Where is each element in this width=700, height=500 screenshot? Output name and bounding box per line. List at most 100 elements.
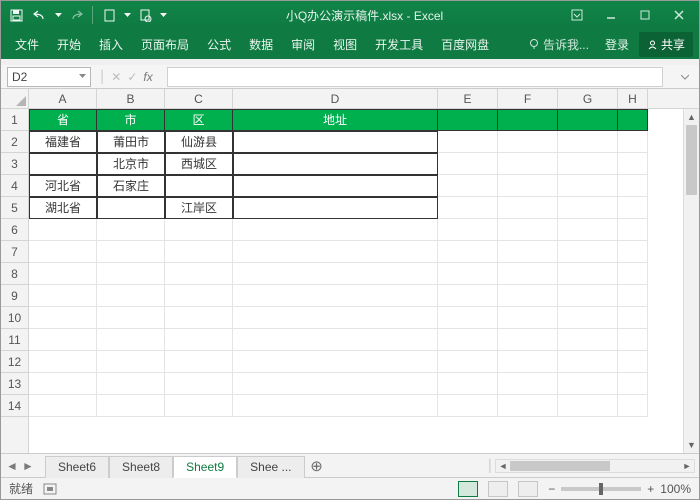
cell[interactable] — [233, 373, 438, 395]
cell[interactable] — [438, 263, 498, 285]
cell[interactable] — [498, 307, 558, 329]
cell[interactable] — [438, 219, 498, 241]
cell[interactable] — [29, 395, 97, 417]
cell[interactable] — [558, 329, 618, 351]
horizontal-scrollbar[interactable]: ◄ ► — [495, 459, 695, 473]
tab-view[interactable]: 视图 — [325, 30, 365, 59]
save-icon[interactable] — [5, 4, 27, 26]
row-header[interactable]: 7 — [1, 241, 28, 263]
name-box[interactable]: D2 — [7, 67, 91, 87]
cell[interactable] — [97, 285, 165, 307]
row-header[interactable]: 10 — [1, 307, 28, 329]
cell[interactable] — [618, 373, 648, 395]
cell[interactable] — [438, 197, 498, 219]
cell[interactable] — [438, 109, 498, 131]
cell[interactable] — [438, 175, 498, 197]
page-layout-view-button[interactable] — [488, 481, 508, 497]
sheet-tab[interactable]: Shee ... — [237, 456, 304, 478]
cell[interactable] — [438, 307, 498, 329]
column-header[interactable]: D — [233, 89, 438, 108]
cell[interactable] — [233, 285, 438, 307]
cell[interactable]: 省 — [29, 109, 97, 131]
row-header[interactable]: 14 — [1, 395, 28, 417]
share-button[interactable]: 共享 — [639, 32, 693, 57]
cell[interactable] — [233, 351, 438, 373]
cell[interactable] — [233, 395, 438, 417]
cancel-icon[interactable]: ✕ — [111, 70, 121, 84]
zoom-slider[interactable] — [561, 487, 641, 491]
zoom-in-button[interactable]: + — [647, 482, 654, 496]
cell[interactable] — [233, 197, 438, 219]
zoom-control[interactable]: − + 100% — [548, 482, 691, 496]
cell[interactable] — [558, 373, 618, 395]
cell[interactable] — [498, 241, 558, 263]
cell[interactable] — [29, 373, 97, 395]
cell[interactable]: 仙游县 — [165, 131, 233, 153]
row-header[interactable]: 8 — [1, 263, 28, 285]
cell[interactable] — [29, 307, 97, 329]
worksheet-grid[interactable]: ABCDEFGH 1234567891011121314 省市区地址福建省莆田市… — [1, 89, 699, 453]
cell[interactable] — [558, 219, 618, 241]
row-header[interactable]: 1 — [1, 109, 28, 131]
qat-customize-icon[interactable] — [158, 4, 168, 26]
select-all-corner[interactable] — [1, 89, 29, 108]
undo-dropdown-icon[interactable] — [53, 4, 63, 26]
ribbon-options-icon[interactable] — [561, 4, 593, 26]
tab-developer[interactable]: 开发工具 — [367, 30, 431, 59]
column-header[interactable]: G — [558, 89, 618, 108]
cell[interactable] — [165, 395, 233, 417]
cell[interactable]: 区 — [165, 109, 233, 131]
cell[interactable] — [498, 263, 558, 285]
cell[interactable] — [97, 351, 165, 373]
cell[interactable] — [618, 219, 648, 241]
cell[interactable]: 地址 — [233, 109, 438, 131]
tab-data[interactable]: 数据 — [241, 30, 281, 59]
cell[interactable] — [438, 373, 498, 395]
cell[interactable] — [618, 329, 648, 351]
cell[interactable]: 湖北省 — [29, 197, 97, 219]
sheet-tab[interactable]: Sheet6 — [45, 456, 109, 478]
cell[interactable] — [29, 351, 97, 373]
cell[interactable] — [558, 263, 618, 285]
cell[interactable] — [97, 395, 165, 417]
tab-baidu[interactable]: 百度网盘 — [433, 30, 497, 59]
new-file-icon[interactable] — [98, 4, 120, 26]
cell[interactable] — [498, 131, 558, 153]
cell[interactable] — [618, 153, 648, 175]
cell[interactable] — [165, 285, 233, 307]
tell-me[interactable]: 告诉我... — [522, 36, 595, 53]
page-break-view-button[interactable] — [518, 481, 538, 497]
cell[interactable] — [29, 241, 97, 263]
maximize-icon[interactable] — [629, 4, 661, 26]
cell[interactable] — [498, 285, 558, 307]
row-header[interactable]: 11 — [1, 329, 28, 351]
cell[interactable] — [165, 175, 233, 197]
column-header[interactable]: H — [618, 89, 648, 108]
row-header[interactable]: 3 — [1, 153, 28, 175]
cell[interactable] — [97, 307, 165, 329]
cell[interactable] — [97, 197, 165, 219]
undo-icon[interactable] — [29, 4, 51, 26]
cell[interactable] — [233, 241, 438, 263]
cell[interactable] — [498, 175, 558, 197]
cell[interactable] — [498, 351, 558, 373]
cell[interactable] — [618, 241, 648, 263]
redo-icon[interactable] — [65, 4, 87, 26]
cell[interactable] — [498, 219, 558, 241]
cell[interactable]: 西城区 — [165, 153, 233, 175]
cell[interactable] — [558, 351, 618, 373]
cell[interactable] — [618, 197, 648, 219]
cell[interactable] — [233, 219, 438, 241]
cell[interactable] — [438, 395, 498, 417]
scroll-up-icon[interactable]: ▲ — [684, 109, 699, 125]
sheet-nav-next[interactable]: ► — [21, 459, 35, 473]
cell[interactable] — [29, 153, 97, 175]
cell[interactable] — [165, 263, 233, 285]
row-header[interactable]: 6 — [1, 219, 28, 241]
cell[interactable] — [165, 351, 233, 373]
enter-icon[interactable]: ✓ — [127, 70, 137, 84]
cell[interactable] — [558, 175, 618, 197]
cell[interactable] — [29, 285, 97, 307]
cell[interactable] — [558, 197, 618, 219]
vertical-scrollbar[interactable]: ▲ ▼ — [683, 109, 699, 453]
